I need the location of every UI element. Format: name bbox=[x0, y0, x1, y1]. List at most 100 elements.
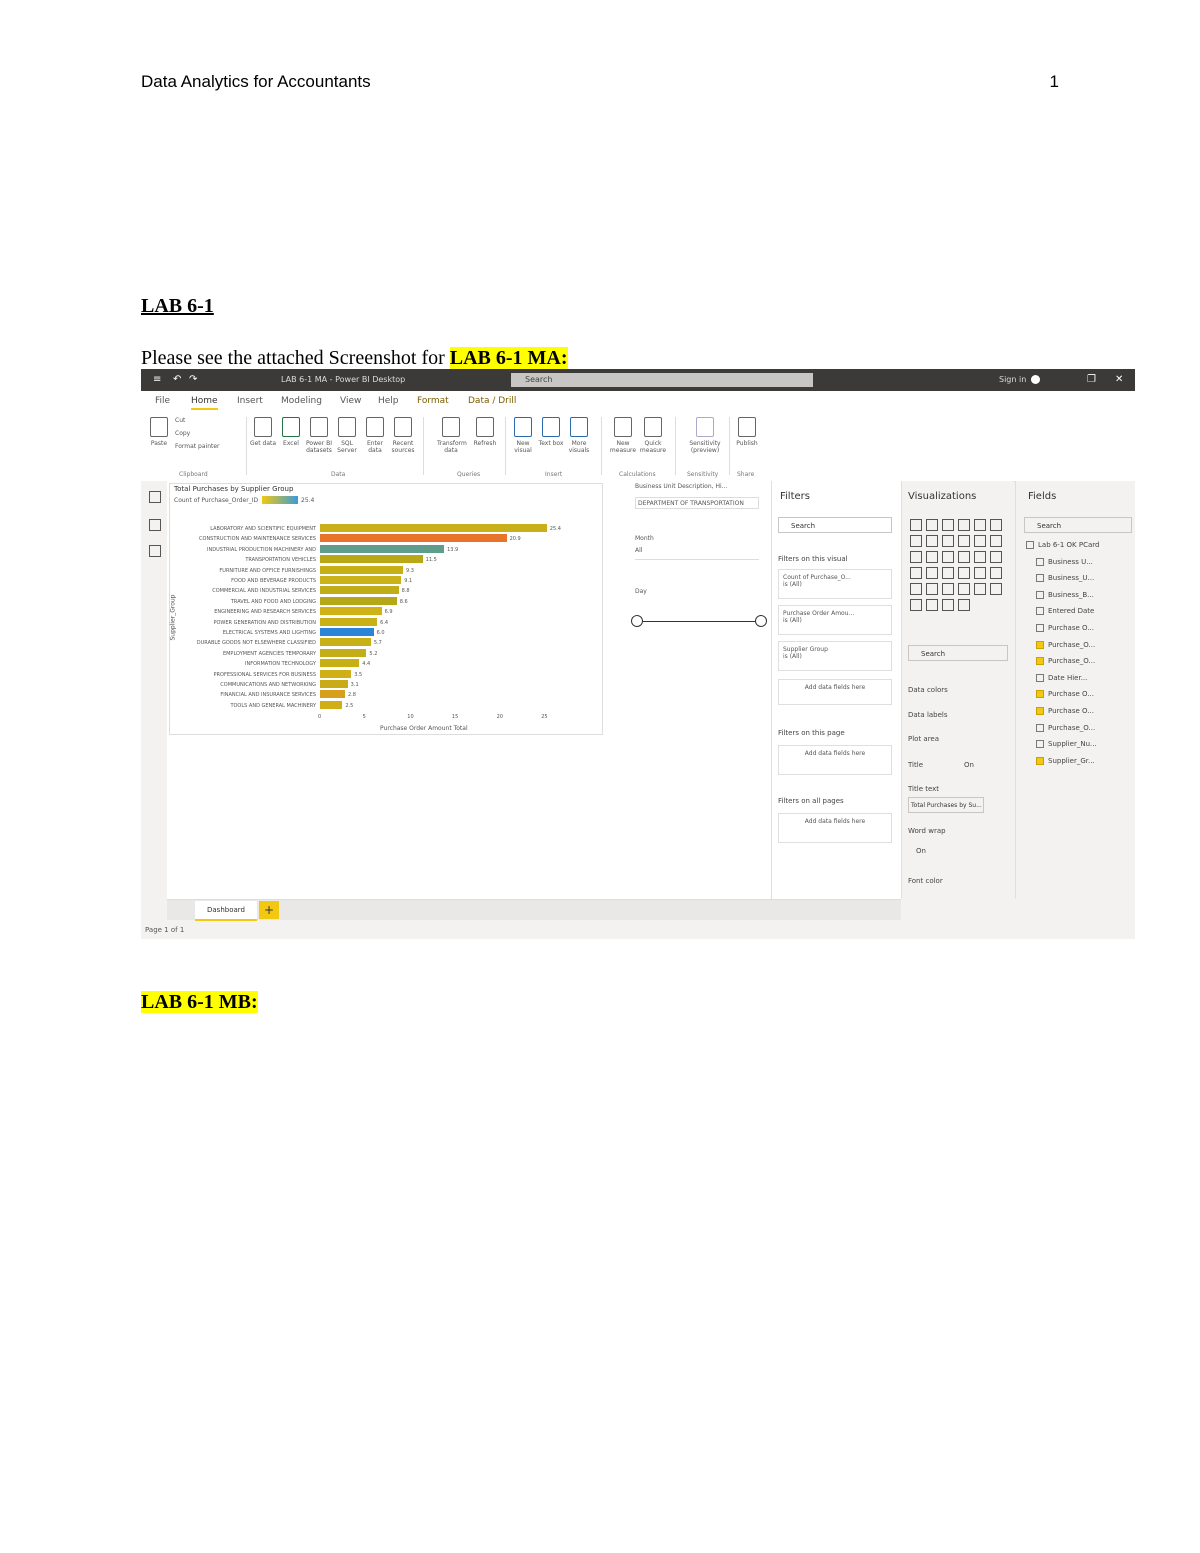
sensitivity-button[interactable]: Sensitivity (preview) bbox=[685, 417, 725, 454]
slicer-month-dropdown[interactable]: All bbox=[635, 547, 759, 560]
tab-file[interactable]: File bbox=[155, 396, 170, 406]
publish-button[interactable]: Publish bbox=[733, 417, 761, 447]
word-wrap-toggle[interactable]: On bbox=[916, 847, 926, 855]
fields-search[interactable]: Search bbox=[1024, 517, 1132, 533]
bar[interactable] bbox=[320, 607, 382, 616]
bar[interactable] bbox=[320, 680, 348, 688]
field-checkbox[interactable] bbox=[1036, 640, 1044, 649]
paste-button[interactable]: Paste bbox=[145, 417, 173, 447]
format-painter-button[interactable]: Format painter bbox=[175, 443, 235, 450]
field-item[interactable]: Business_B... bbox=[1036, 590, 1094, 599]
bar[interactable] bbox=[320, 659, 360, 668]
title-toggle[interactable]: On bbox=[964, 761, 974, 769]
add-page-button[interactable]: + bbox=[259, 901, 279, 919]
bar[interactable] bbox=[320, 700, 343, 709]
field-checkbox[interactable] bbox=[1036, 740, 1044, 749]
field-item[interactable]: Purchase_O... bbox=[1036, 723, 1095, 732]
slicer-business-unit-dropdown[interactable]: DEPARTMENT OF TRANSPORTATION bbox=[635, 497, 759, 509]
day-range-slider[interactable] bbox=[631, 615, 767, 627]
tab-view[interactable]: View bbox=[340, 396, 361, 406]
field-checkbox[interactable] bbox=[1036, 624, 1044, 632]
field-item[interactable]: Business U... bbox=[1036, 557, 1093, 566]
tab-insert[interactable]: Insert bbox=[237, 396, 263, 406]
refresh-button[interactable]: Refresh bbox=[471, 417, 499, 447]
get-data-button[interactable]: Get data bbox=[249, 417, 277, 447]
bar[interactable] bbox=[320, 534, 507, 543]
tab-data-drill[interactable]: Data / Drill bbox=[468, 396, 516, 406]
powerbi-datasets-button[interactable]: Power BI datasets bbox=[305, 417, 333, 454]
new-measure-button[interactable]: New measure bbox=[609, 417, 637, 454]
viz-option-data-colors[interactable]: Data colors bbox=[908, 686, 948, 694]
model-view-icon[interactable] bbox=[149, 545, 161, 557]
bar[interactable] bbox=[320, 690, 345, 699]
field-item[interactable]: Purchase O... bbox=[1036, 690, 1094, 699]
filter-card-amount[interactable]: Purchase Order Amou... is (All) bbox=[778, 605, 892, 635]
page-tab-dashboard[interactable]: Dashboard bbox=[195, 901, 257, 921]
recent-sources-button[interactable]: Recent sources bbox=[389, 417, 417, 454]
viz-search[interactable]: Search bbox=[908, 645, 1008, 661]
more-visuals-button[interactable]: More visuals bbox=[565, 417, 593, 454]
viz-option-data-labels[interactable]: Data labels bbox=[908, 711, 948, 719]
field-item[interactable]: Supplier_Gr... bbox=[1036, 756, 1095, 765]
quick-measure-button[interactable]: Quick measure bbox=[639, 417, 667, 454]
field-item[interactable]: Lab 6-1 OK PCard bbox=[1026, 541, 1099, 549]
bar[interactable] bbox=[320, 669, 352, 678]
bar[interactable] bbox=[320, 638, 371, 647]
filter-card-supplier[interactable]: Supplier Group is (All) bbox=[778, 641, 892, 671]
transform-data-button[interactable]: Transform data bbox=[437, 417, 467, 454]
bar[interactable] bbox=[320, 524, 547, 532]
filters-search[interactable]: Search bbox=[778, 517, 892, 533]
field-item[interactable]: Date Hier... bbox=[1036, 673, 1087, 682]
viz-option-title[interactable]: Title bbox=[908, 761, 923, 769]
field-checkbox[interactable] bbox=[1036, 723, 1044, 732]
filter-drop-page[interactable]: Add data fields here bbox=[778, 745, 892, 775]
bar[interactable] bbox=[320, 544, 445, 553]
enter-data-button[interactable]: Enter data bbox=[361, 417, 389, 454]
field-checkbox[interactable] bbox=[1036, 673, 1044, 682]
filter-card-count[interactable]: Count of Purchase_O... is (All) bbox=[778, 569, 892, 599]
app-menu-icon[interactable]: ≡ bbox=[153, 374, 161, 385]
bar-chart-visual[interactable]: Total Purchases by Supplier Group Count … bbox=[169, 483, 603, 735]
close-icon[interactable]: ✕ bbox=[1115, 374, 1123, 385]
title-text-input[interactable]: Total Purchases by Su... bbox=[908, 797, 984, 813]
redo-icon[interactable]: ↷ bbox=[189, 374, 197, 385]
field-item[interactable]: Business_U... bbox=[1036, 574, 1094, 583]
field-item[interactable]: Supplier_Nu... bbox=[1036, 740, 1097, 749]
filter-drop-visual[interactable]: Add data fields here bbox=[778, 679, 892, 705]
bar[interactable] bbox=[320, 648, 367, 657]
bar[interactable] bbox=[320, 565, 404, 574]
data-view-icon[interactable] bbox=[149, 519, 161, 531]
bar[interactable] bbox=[320, 628, 374, 636]
copy-button[interactable]: Copy bbox=[175, 430, 235, 437]
field-item[interactable]: Purchase O... bbox=[1036, 624, 1094, 632]
tab-help[interactable]: Help bbox=[378, 396, 399, 406]
field-item[interactable]: Entered Date bbox=[1036, 607, 1094, 616]
report-view-icon[interactable] bbox=[149, 491, 161, 503]
bar[interactable] bbox=[320, 576, 402, 584]
text-box-button[interactable]: Text box bbox=[537, 417, 565, 447]
excel-button[interactable]: Excel bbox=[277, 417, 305, 447]
sign-in-link[interactable]: Sign in bbox=[999, 375, 1026, 384]
field-checkbox[interactable] bbox=[1036, 574, 1044, 583]
filter-drop-all-pages[interactable]: Add data fields here bbox=[778, 813, 892, 843]
field-checkbox[interactable] bbox=[1036, 756, 1044, 765]
tab-modeling[interactable]: Modeling bbox=[281, 396, 322, 406]
bar[interactable] bbox=[320, 555, 423, 564]
field-checkbox[interactable] bbox=[1026, 541, 1034, 549]
field-checkbox[interactable] bbox=[1036, 557, 1044, 566]
clipboard-buttons[interactable]: Cut Copy Format painter bbox=[175, 417, 235, 450]
undo-icon[interactable]: ↶ bbox=[173, 374, 181, 385]
avatar[interactable] bbox=[1031, 375, 1040, 384]
field-checkbox[interactable] bbox=[1036, 590, 1044, 599]
tab-home[interactable]: Home bbox=[191, 396, 218, 410]
window-search[interactable]: Search bbox=[511, 373, 813, 387]
field-checkbox[interactable] bbox=[1036, 707, 1044, 715]
field-item[interactable]: Purchase_O... bbox=[1036, 657, 1095, 666]
field-checkbox[interactable] bbox=[1036, 657, 1044, 666]
field-checkbox[interactable] bbox=[1036, 690, 1044, 699]
tab-format[interactable]: Format bbox=[417, 396, 449, 406]
field-checkbox[interactable] bbox=[1036, 607, 1044, 616]
bar[interactable] bbox=[320, 596, 397, 605]
sql-server-button[interactable]: SQL Server bbox=[333, 417, 361, 454]
cut-button[interactable]: Cut bbox=[175, 417, 235, 424]
